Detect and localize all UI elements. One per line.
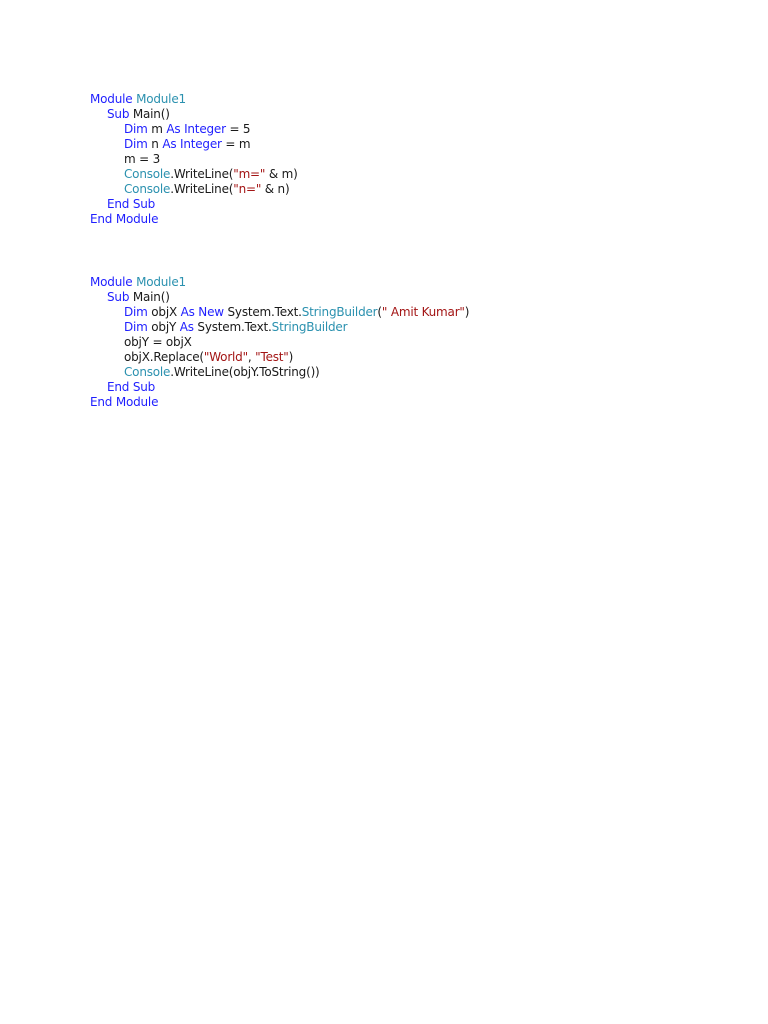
code-token: objX.Replace(: [124, 350, 204, 364]
type-token: Module1: [136, 92, 186, 106]
code-line: objY = objX: [90, 335, 469, 350]
type-token: Console: [124, 167, 171, 181]
type-token: Module1: [136, 275, 186, 289]
code-token: m = 3: [124, 152, 161, 166]
code-token: .WriteLine(: [170, 182, 234, 196]
code-line: Sub Main(): [90, 290, 469, 305]
code-line: Sub Main(): [90, 107, 298, 122]
keyword-token: Sub: [107, 290, 133, 304]
keyword-token: As New: [180, 305, 228, 319]
code-token: & n): [261, 182, 290, 196]
code-line: End Sub: [90, 380, 469, 395]
code-block-2: Module Module1 Sub Main() Dim objX As New …: [90, 275, 469, 410]
keyword-token: Dim: [124, 320, 152, 334]
keyword-token: Dim: [124, 137, 152, 151]
keyword-token: Dim: [124, 122, 152, 136]
code-token: System.Text.: [227, 305, 302, 319]
code-token: Main(): [132, 290, 170, 304]
code-token: ): [464, 305, 470, 319]
code-token: objY: [151, 320, 180, 334]
string-token: " Amit Kumar": [381, 305, 465, 319]
code-line: Console.WriteLine("n=" & n): [90, 182, 298, 197]
code-token: .WriteLine(: [170, 167, 234, 181]
keyword-token: As Integer: [166, 122, 226, 136]
code-token: .WriteLine(objY.ToString()): [170, 365, 320, 379]
code-line: End Module: [90, 395, 469, 410]
code-token: = m: [221, 137, 251, 151]
type-token: StringBuilder: [301, 305, 378, 319]
code-line: Module Module1: [90, 92, 298, 107]
keyword-token: Module: [90, 275, 137, 289]
string-token: "World": [203, 350, 248, 364]
code-block-1: Module Module1 Sub Main() Dim m As Integer…: [90, 92, 298, 227]
code-line: Dim m As Integer = 5: [90, 122, 298, 137]
string-token: "m=": [233, 167, 266, 181]
code-line: Console.WriteLine(objY.ToString()): [90, 365, 469, 380]
code-line: Console.WriteLine("m=" & m): [90, 167, 298, 182]
code-token: Main(): [132, 107, 170, 121]
code-line: End Module: [90, 212, 298, 227]
keyword-token: Dim: [124, 305, 152, 319]
code-token: ): [288, 350, 294, 364]
code-token: objX: [151, 305, 181, 319]
code-token: & m): [265, 167, 298, 181]
type-token: Console: [124, 365, 171, 379]
code-token: n: [151, 137, 163, 151]
type-token: Console: [124, 182, 171, 196]
code-line: Module Module1: [90, 275, 469, 290]
keyword-token: End Sub: [107, 197, 156, 211]
keyword-token: End Module: [90, 395, 159, 409]
code-line: m = 3: [90, 152, 298, 167]
keyword-token: End Module: [90, 212, 159, 226]
type-token: StringBuilder: [271, 320, 348, 334]
string-token: "n=": [233, 182, 262, 196]
code-line: Dim objX As New System.Text.StringBuilde…: [90, 305, 469, 320]
code-line: Dim objY As System.Text.StringBuilder: [90, 320, 469, 335]
string-token: "Test": [255, 350, 289, 364]
code-line: objX.Replace("World", "Test"): [90, 350, 469, 365]
keyword-token: As: [179, 320, 198, 334]
keyword-token: End Sub: [107, 380, 156, 394]
keyword-token: Module: [90, 92, 137, 106]
code-token: System.Text.: [197, 320, 272, 334]
code-line: End Sub: [90, 197, 298, 212]
keyword-token: Sub: [107, 107, 133, 121]
keyword-token: As Integer: [162, 137, 222, 151]
code-token: = 5: [225, 122, 251, 136]
code-token: m: [151, 122, 167, 136]
code-line: Dim n As Integer = m: [90, 137, 298, 152]
code-token: objY = objX: [124, 335, 192, 349]
